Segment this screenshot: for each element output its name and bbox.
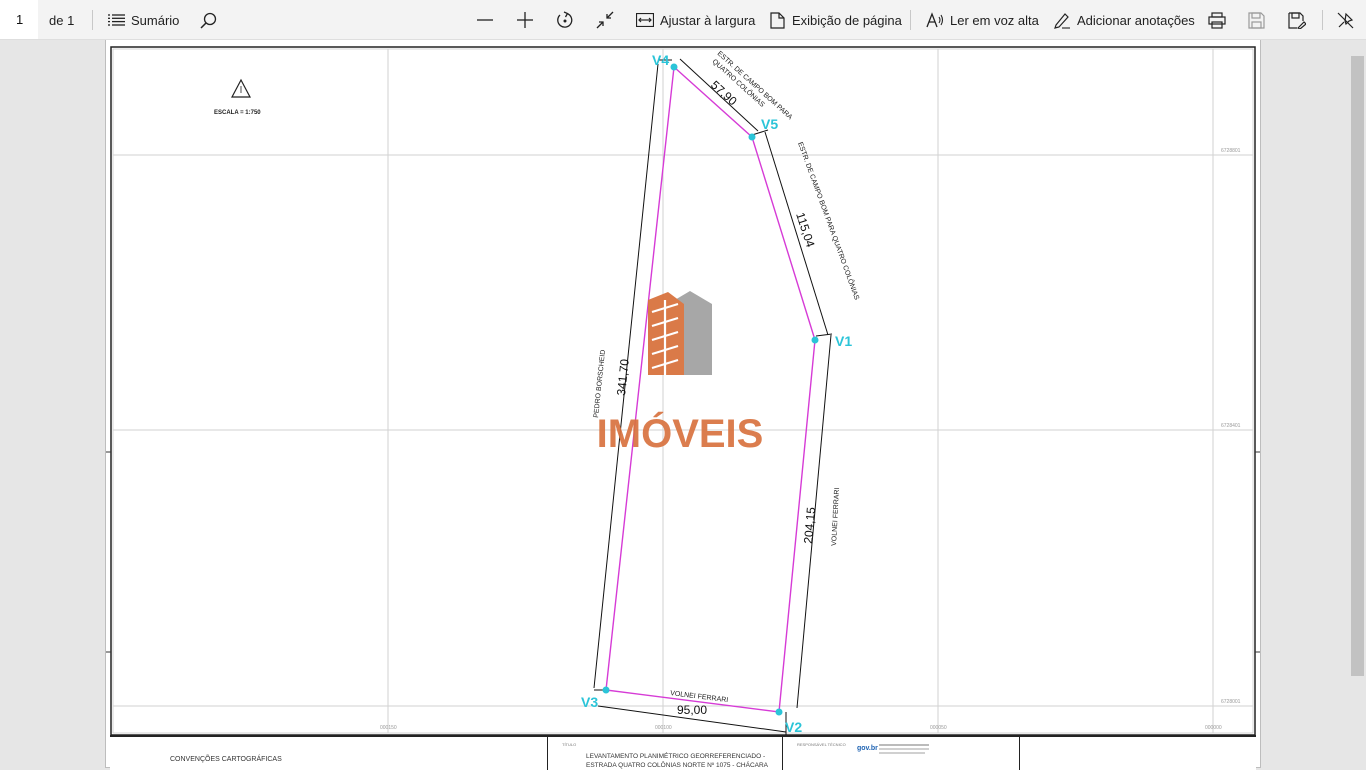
govbr-logo: gov.br (857, 745, 878, 752)
parcel-boundary (605, 65, 816, 713)
vertex-label-v4: V4 (652, 52, 669, 68)
responsible-cell: RESPONSÁVEL TÉCNICO gov.br (782, 737, 1020, 770)
grid-label-n2: 6728401 (1221, 423, 1241, 429)
coordinate-grid (113, 49, 1253, 733)
vertex-label-v5: V5 (761, 116, 778, 132)
grid-label-e3: 000050 (930, 725, 947, 731)
grid-label-e2: 000100 (655, 725, 672, 731)
watermark-logo-icon (648, 291, 712, 375)
grid-label-n1: 6728801 (1221, 148, 1241, 154)
distance-v1-v2: 204,15 (801, 506, 818, 544)
vertex-label-v3: V3 (581, 694, 598, 710)
conventions-label: CONVENÇÕES CARTOGRÁFICAS (170, 756, 282, 763)
north-arrow-icon (231, 78, 251, 98)
logo-text-line (879, 748, 929, 750)
distance-v3-v4: 341,70 (614, 358, 632, 396)
vertex-label-v2: V2 (785, 719, 802, 735)
responsible-caption: RESPONSÁVEL TÉCNICO (797, 742, 846, 747)
distance-v5-v1: 115,04 (793, 211, 817, 250)
title-block: CONVENÇÕES CARTOGRÁFICAS TÍTULO LEVANTAM… (110, 735, 1256, 770)
map-inner-frame (112, 48, 1254, 734)
neighbor-right-label: VOLNEI FERRARI (831, 487, 841, 546)
watermark-text: IMÓVEIS (597, 410, 764, 456)
vertex-markers (602, 63, 819, 716)
grid-label-e4: 000000 (1205, 725, 1222, 731)
grid-label-n3: 6728001 (1221, 699, 1241, 705)
grid-label-e1: 000150 (380, 725, 397, 731)
logo-text-line (879, 752, 925, 754)
vertex-label-v1: V1 (835, 333, 852, 349)
scale-label: ESCALA = 1:750 (214, 110, 261, 116)
title-caption: TÍTULO (562, 742, 577, 747)
empty-cell (1019, 737, 1256, 770)
dimension-lines (593, 58, 833, 735)
title-line-1: LEVANTAMENTO PLANIMÉTRICO GEORREFERENCIA… (586, 753, 766, 760)
title-cell: TÍTULO LEVANTAMENTO PLANIMÉTRICO GEORREF… (547, 737, 783, 770)
scrollbar-thumb[interactable] (1351, 56, 1364, 676)
map-frame (110, 46, 1256, 736)
logo-text-line (879, 744, 929, 746)
conventions-cell: CONVENÇÕES CARTOGRÁFICAS (110, 737, 547, 770)
survey-map: 6728801 6728401 6728001 000150 000100 00… (106, 46, 1260, 736)
distance-v2-v3: 95,00 (677, 703, 707, 717)
neighbor-left-label: PEDRO BORSCHEID (593, 349, 607, 418)
